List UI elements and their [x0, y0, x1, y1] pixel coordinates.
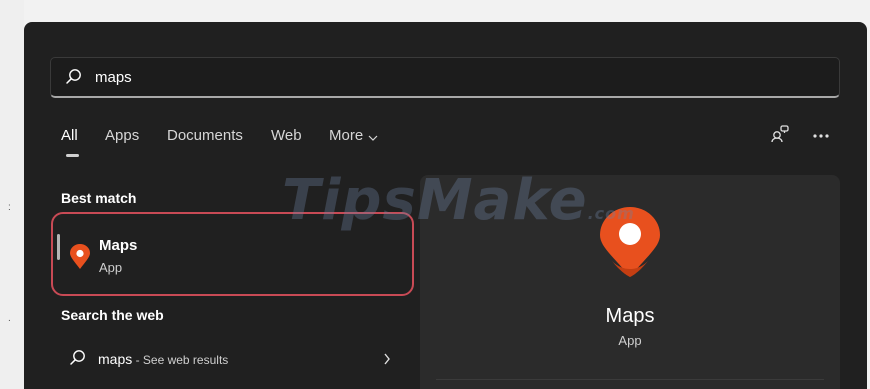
preview-app-name: Maps: [605, 305, 655, 327]
best-match-heading: Best match: [61, 190, 137, 206]
account-switch-button[interactable]: [766, 122, 794, 148]
search-box[interactable]: [50, 57, 840, 98]
preview-app-type: App: [618, 333, 642, 348]
search-icon: [69, 349, 87, 372]
web-search-result[interactable]: maps - See web results: [61, 347, 391, 373]
tab-apps[interactable]: Apps: [105, 127, 139, 144]
tab-more-label: More: [329, 127, 364, 144]
active-tab-indicator: [66, 154, 79, 157]
more-options-button[interactable]: [807, 122, 835, 148]
desktop-fragment: .: [8, 313, 11, 324]
tab-more[interactable]: More: [329, 127, 378, 145]
start-search-panel: All Apps Documents Web More Best match M…: [24, 22, 867, 389]
web-result-query: maps: [98, 351, 133, 367]
web-result-text: maps - See web results: [98, 351, 228, 367]
preview-pane: Maps App: [420, 175, 840, 389]
account-switch-icon: [770, 123, 790, 148]
search-input[interactable]: [95, 58, 795, 96]
desktop-edge: : .: [0, 0, 24, 389]
preview-divider: [436, 379, 824, 380]
search-icon: [65, 68, 83, 91]
more-options-icon: [812, 126, 830, 144]
chevron-down-icon: [368, 128, 378, 145]
web-result-suffix: - See web results: [132, 353, 229, 367]
map-pin-icon: [69, 244, 91, 275]
map-pin-icon: [598, 207, 662, 284]
tab-web[interactable]: Web: [271, 127, 302, 144]
result-type: App: [99, 260, 123, 275]
result-name: Maps: [99, 237, 138, 254]
search-web-heading: Search the web: [61, 307, 164, 323]
tab-all[interactable]: All: [61, 127, 78, 144]
selection-indicator: [57, 234, 60, 260]
tab-documents[interactable]: Documents: [167, 127, 243, 144]
desktop-fragment: :: [8, 202, 11, 213]
chevron-right-icon: [383, 352, 391, 370]
best-match-result-maps[interactable]: Maps App: [51, 212, 414, 296]
